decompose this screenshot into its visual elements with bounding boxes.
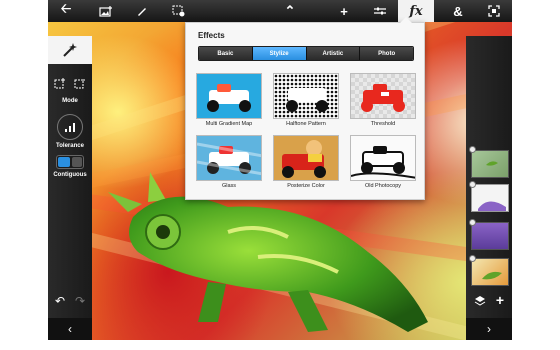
add-photo-icon[interactable]	[88, 0, 124, 22]
add-layer-icon[interactable]: +	[493, 292, 507, 308]
plus-icon[interactable]: +	[326, 0, 362, 22]
fit-screen-icon[interactable]	[476, 0, 512, 22]
collapse-left-panel-icon[interactable]: ‹	[48, 318, 92, 340]
layers-stack-icon[interactable]	[473, 294, 487, 308]
selection-settings-icon[interactable]	[160, 0, 196, 22]
magic-wand-icon[interactable]	[48, 36, 92, 64]
chevron-up-icon[interactable]: ⌃	[272, 0, 308, 22]
add-selection-icon[interactable]	[53, 77, 67, 89]
effect-thumb-halftone-pattern[interactable]	[273, 73, 339, 119]
contiguous-label: Contiguous	[53, 172, 87, 178]
layer-thumbnail[interactable]	[471, 150, 509, 178]
effect-thumb-posterize-color[interactable]	[273, 135, 339, 181]
layer-visibility-dot[interactable]	[469, 255, 476, 262]
popover-caret	[400, 17, 412, 23]
app-window: 🡠 ⌃ + fx & Mode Tolerance Contiguous ↶ ↷…	[0, 0, 560, 350]
effect-label: Glass	[221, 183, 237, 189]
tab-basic[interactable]: Basic	[199, 47, 253, 60]
effect-label: Posterize Color	[287, 183, 325, 189]
tab-photo[interactable]: Photo	[360, 47, 413, 60]
effect-label: Multi Gradient Map	[205, 121, 253, 127]
mode-label: Mode	[62, 98, 78, 104]
tab-artistic[interactable]: Artistic	[306, 47, 361, 60]
layer-visibility-dot[interactable]	[469, 181, 476, 188]
layer-visibility-dot[interactable]	[469, 219, 476, 226]
brush-icon[interactable]	[124, 0, 160, 22]
blend-ampersand-icon[interactable]: &	[440, 0, 476, 22]
redo-icon[interactable]: ↷	[72, 294, 88, 308]
effect-label: Halftone Pattern	[286, 121, 326, 127]
adjustments-icon[interactable]	[362, 0, 398, 22]
contiguous-toggle[interactable]	[56, 155, 84, 169]
effect-thumb-old-photocopy[interactable]	[350, 135, 416, 181]
top-toolbar: 🡠 ⌃ + fx &	[48, 0, 512, 22]
layers-panel: + ›	[466, 36, 512, 340]
undo-icon[interactable]: ↶	[52, 294, 68, 308]
effect-thumb-glass[interactable]	[196, 135, 262, 181]
collapse-right-panel-icon[interactable]: ›	[466, 318, 512, 340]
effect-thumb-threshold[interactable]	[350, 73, 416, 119]
effect-thumb-multi-gradient-map[interactable]	[196, 73, 262, 119]
subtract-selection-icon[interactable]	[73, 77, 87, 89]
back-icon[interactable]: 🡠	[48, 0, 84, 22]
effect-label: Old Photocopy	[364, 183, 402, 189]
tolerance-dial-icon[interactable]	[57, 114, 83, 140]
layer-thumbnail[interactable]	[471, 258, 509, 286]
tab-stylize[interactable]: Stylize	[252, 47, 307, 60]
effect-label: Threshold	[370, 121, 396, 127]
effects-title: Effects	[198, 31, 225, 40]
left-tool-panel: Mode Tolerance Contiguous ↶ ↷ ‹	[48, 36, 92, 340]
tolerance-label: Tolerance	[56, 143, 84, 149]
layer-visibility-dot[interactable]	[469, 146, 476, 153]
effects-popover: Effects Basic Stylize Artistic Photo Mul…	[185, 17, 425, 200]
effects-tabs: Basic Stylize Artistic Photo	[198, 46, 414, 61]
layer-thumbnail-selected[interactable]	[471, 184, 509, 212]
layer-thumbnail[interactable]	[471, 222, 509, 250]
